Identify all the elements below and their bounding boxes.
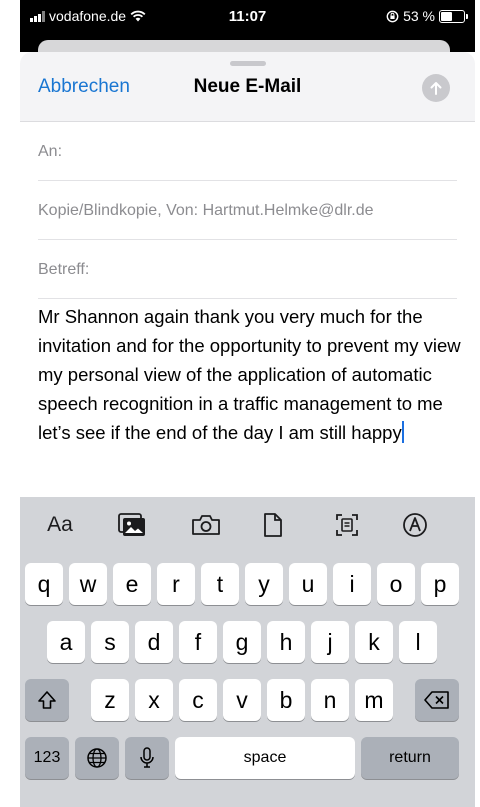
battery-icon <box>439 9 468 23</box>
subject-field[interactable]: Betreff: <box>38 240 457 299</box>
battery-percentage: 53 % <box>403 8 435 24</box>
key-z[interactable]: z <box>91 679 129 721</box>
key-h[interactable]: h <box>267 621 305 663</box>
markup-icon <box>403 513 427 537</box>
document-button[interactable] <box>253 509 293 541</box>
cc-label: Kopie/Blindkopie, Von: <box>38 202 199 219</box>
compose-header: Abbrechen Neue E-Mail <box>20 52 475 122</box>
send-button[interactable] <box>422 74 450 102</box>
key-f[interactable]: f <box>179 621 217 663</box>
key-e[interactable]: e <box>113 563 151 605</box>
globe-key[interactable] <box>75 737 119 779</box>
battery-level-fill <box>441 11 452 21</box>
key-t[interactable]: t <box>201 563 239 605</box>
key-v[interactable]: v <box>223 679 261 721</box>
camera-button[interactable] <box>186 509 226 541</box>
key-l[interactable]: l <box>399 621 437 663</box>
cc-from-label: Kopie/Blindkopie, Von: Hartmut.Helmke@dl… <box>38 202 374 220</box>
key-p[interactable]: p <box>421 563 459 605</box>
key-x[interactable]: x <box>135 679 173 721</box>
key-n[interactable]: n <box>311 679 349 721</box>
sheet-grabber[interactable] <box>229 61 266 66</box>
photo-library-icon <box>118 513 145 536</box>
key-m[interactable]: m <box>355 679 393 721</box>
key-y[interactable]: y <box>245 563 283 605</box>
key-d[interactable]: d <box>135 621 173 663</box>
dictation-key[interactable] <box>125 737 169 779</box>
delete-key[interactable] <box>415 679 459 721</box>
format-button[interactable]: Aa <box>34 509 86 541</box>
key-b[interactable]: b <box>267 679 305 721</box>
key-w[interactable]: w <box>69 563 107 605</box>
key-q[interactable]: q <box>25 563 63 605</box>
key-i[interactable]: i <box>333 563 371 605</box>
delete-icon <box>424 691 449 709</box>
key-o[interactable]: o <box>377 563 415 605</box>
orientation-lock-icon <box>386 10 399 22</box>
mail-compose-screen: vodafone.de 11:07 53 % Abbrechen Neue E-… <box>0 0 480 807</box>
key-j[interactable]: j <box>311 621 349 663</box>
cc-from-field[interactable]: Kopie/Blindkopie, Von: Hartmut.Helmke@dl… <box>38 181 457 240</box>
key-a[interactable]: a <box>47 621 85 663</box>
key-c[interactable]: c <box>179 679 217 721</box>
photo-library-button[interactable] <box>112 509 152 541</box>
subject-label: Betreff: <box>38 261 90 278</box>
globe-icon <box>87 748 107 768</box>
keyboard: Aa q w e r t y u i o p a s d f g h j k l… <box>20 497 475 807</box>
message-body[interactable]: Mr Shannon again thank you very much for… <box>38 302 463 447</box>
camera-icon <box>192 515 220 535</box>
to-field[interactable]: An: <box>38 122 457 181</box>
arrow-up-icon <box>430 82 442 95</box>
markup-button[interactable] <box>395 509 435 541</box>
key-s[interactable]: s <box>91 621 129 663</box>
document-icon <box>264 513 282 537</box>
key-k[interactable]: k <box>355 621 393 663</box>
status-right: 53 % <box>386 8 468 24</box>
shift-key[interactable] <box>25 679 69 721</box>
key-r[interactable]: r <box>157 563 195 605</box>
key-u[interactable]: u <box>289 563 327 605</box>
key-g[interactable]: g <box>223 621 261 663</box>
return-key[interactable]: return <box>361 737 459 779</box>
from-value[interactable]: Hartmut.Helmke@dlr.de <box>203 202 374 219</box>
scan-document-button[interactable] <box>327 509 367 541</box>
to-label: An: <box>38 143 63 160</box>
shift-icon <box>38 691 56 709</box>
compose-sheet: Abbrechen Neue E-Mail An: Kopie/Blindkop… <box>20 52 475 807</box>
space-key[interactable]: space <box>175 737 355 779</box>
microphone-icon <box>140 747 154 768</box>
compose-title: Neue E-Mail <box>193 76 302 97</box>
numbers-key[interactable]: 123 <box>25 737 69 779</box>
text-cursor <box>401 421 404 443</box>
message-body-text: Mr Shannon again thank you very much for… <box>38 306 461 443</box>
scan-document-icon <box>336 514 358 536</box>
